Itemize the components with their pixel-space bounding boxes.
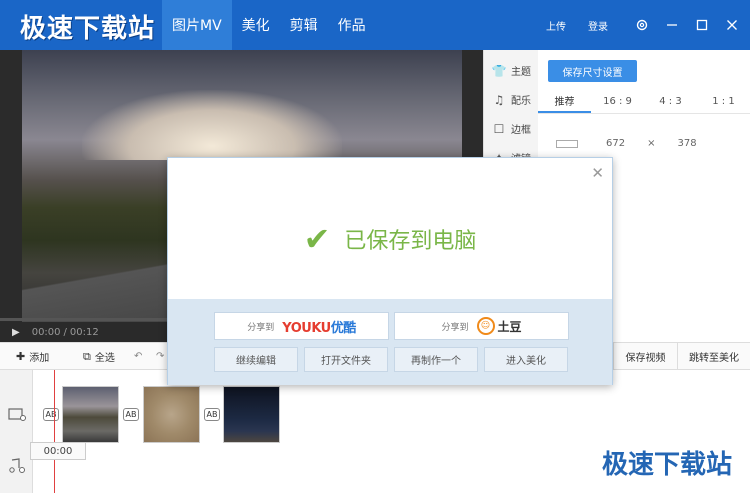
video-track-icon[interactable] (8, 406, 26, 422)
title-bar: 极速下载站 图片MV 美化 剪辑 作品 上传 登录 (0, 0, 750, 50)
plus-icon: ✚ (16, 350, 26, 363)
brand-logo: 极速下载站 (20, 14, 156, 44)
side-tab-label: 边框 (511, 125, 531, 136)
make-another-button[interactable]: 再制作一个 (394, 347, 478, 372)
add-button[interactable]: ✚ 添加 (16, 343, 49, 370)
save-success-dialog: ✕ ✔ 已保存到电脑 分享到 YOUKU优酷 分享到 ☺ 土豆 继续编辑 打开文… (167, 157, 613, 385)
height-value[interactable]: 378 (677, 138, 696, 149)
gear-icon[interactable] (630, 13, 654, 37)
ratio-tab-16-9[interactable]: 16 : 9 (591, 90, 644, 113)
nav-tab-beautify[interactable]: 美化 (232, 0, 280, 50)
frame-icon: ☐ (493, 121, 505, 136)
share-youku-button[interactable]: 分享到 YOUKU优酷 (214, 312, 389, 340)
shirt-icon: 👕 (491, 63, 507, 78)
time-separator: / (63, 326, 67, 338)
select-all-label: 全选 (94, 353, 115, 364)
select-all-icon: ⧉ (83, 349, 91, 363)
preview-mountain (82, 90, 342, 160)
side-tab-theme[interactable]: 👕 主题 (484, 56, 538, 85)
save-size-button[interactable]: 保存尺寸设置 (548, 60, 637, 82)
nav-tab-edit[interactable]: 剪辑 (280, 0, 328, 50)
checkmark-icon: ✔ (303, 220, 331, 258)
side-tab-label: 配乐 (511, 96, 531, 107)
select-all-button[interactable]: ⧉ 全选 (83, 343, 115, 370)
save-video-button[interactable]: 保存视频 (613, 343, 677, 370)
transition-ab-icon[interactable]: AB (123, 408, 139, 421)
music-note-icon: ♫ (493, 92, 505, 107)
group-photo-thumb[interactable] (143, 386, 200, 443)
undo-icon[interactable]: ↶ (134, 343, 142, 370)
share-prefix: 分享到 (441, 322, 469, 333)
tudou-logo: 土豆 (497, 319, 522, 334)
tudou-icon: ☺ (476, 317, 495, 335)
success-message: ✔ 已保存到电脑 (168, 220, 612, 258)
ratio-tab-1-1[interactable]: 1 : 1 (697, 90, 750, 113)
close-icon[interactable]: ✕ (591, 164, 604, 182)
add-label: 添加 (29, 353, 50, 364)
side-tab-frame[interactable]: ☐ 边框 (484, 114, 538, 143)
road-mountain-thumb[interactable] (62, 386, 119, 443)
ruler-icon (556, 139, 578, 148)
main-nav: 图片MV 美化 剪辑 作品 (162, 0, 376, 50)
music-track-icon[interactable] (8, 458, 26, 474)
side-tab-music[interactable]: ♫ 配乐 (484, 85, 538, 114)
play-icon[interactable]: ▶ (12, 327, 20, 338)
open-folder-button[interactable]: 打开文件夹 (304, 347, 388, 372)
night-sky-thumb[interactable] (223, 386, 280, 443)
total-time: 00:12 (69, 326, 99, 338)
continue-edit-button[interactable]: 继续编辑 (214, 347, 298, 372)
dialog-body: ✕ ✔ 已保存到电脑 (168, 158, 612, 299)
ratio-tab-recommended[interactable]: 推荐 (538, 90, 591, 113)
watermark-logo: 极速下载站 (601, 450, 732, 480)
transition-ab-icon[interactable]: AB (204, 408, 220, 421)
times-sign: × (647, 138, 656, 149)
enter-beautify-button[interactable]: 进入美化 (484, 347, 568, 372)
track-headers (0, 370, 33, 493)
minimize-icon[interactable] (660, 13, 684, 37)
saved-to-computer-text: 已保存到电脑 (344, 229, 477, 254)
share-prefix: 分享到 (247, 322, 275, 333)
youku-logo: YOUKU优酷 (282, 320, 356, 336)
share-tudou-button[interactable]: 分享到 ☺ 土豆 (394, 312, 569, 340)
playhead[interactable] (54, 370, 55, 493)
maximize-icon[interactable] (690, 13, 714, 37)
login-button[interactable]: 登录 (588, 18, 608, 33)
nav-tab-works[interactable]: 作品 (328, 0, 376, 50)
current-time: 00:00 (31, 326, 61, 338)
window-controls: 上传 登录 (546, 0, 750, 50)
go-beautify-button[interactable]: 跳转至美化 (677, 343, 750, 370)
ratio-tabs: 推荐 16 : 9 4 : 3 1 : 1 (538, 90, 750, 114)
size-dimensions: 672 × 378 (556, 138, 736, 149)
upload-button[interactable]: 上传 (546, 18, 566, 33)
timeline-timecode: 00:00 (30, 442, 86, 460)
transition-ab-icon[interactable]: AB (43, 408, 59, 421)
dialog-footer: 分享到 YOUKU优酷 分享到 ☺ 土豆 继续编辑 打开文件夹 再制作一个 进入… (168, 299, 612, 385)
nav-tab-picture-mv[interactable]: 图片MV (162, 0, 232, 50)
redo-icon[interactable]: ↷ (156, 343, 164, 370)
width-value[interactable]: 672 (606, 138, 625, 149)
side-tab-label: 主题 (511, 67, 531, 78)
close-icon[interactable] (720, 13, 744, 37)
ratio-tab-4-3[interactable]: 4 : 3 (644, 90, 697, 113)
